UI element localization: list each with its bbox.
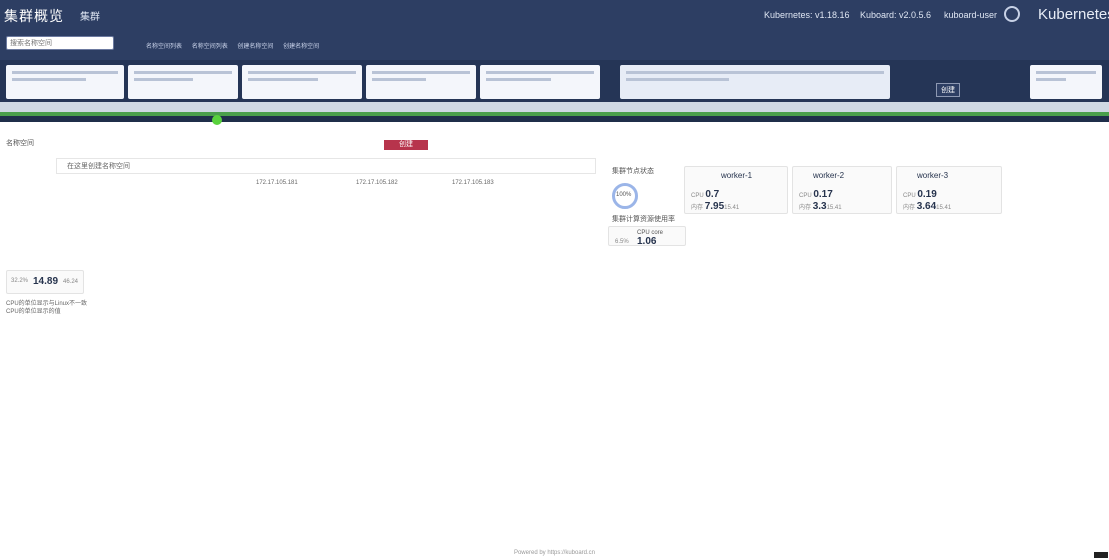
node-ip: 172.17.105.182	[356, 180, 398, 186]
status-dot	[212, 115, 222, 125]
memory-value: 14.89	[33, 276, 59, 287]
user-menu[interactable]: kuboard-user	[944, 10, 997, 20]
progress-bar	[0, 112, 1109, 116]
gear-icon[interactable]	[1004, 6, 1020, 22]
cpu-value: 0.19	[917, 189, 937, 200]
node-ip: 172.17.105.181	[256, 180, 298, 186]
node-name: worker-2	[813, 171, 845, 180]
mem-total: 15.41	[936, 205, 952, 211]
mem-value: 3.64	[916, 201, 937, 212]
page-title: 集群概览	[4, 8, 64, 24]
node-card[interactable]: worker-3 CPU 0.19 内存 3.6415.41	[896, 166, 1002, 214]
breadcrumb: 名称空间列表 名称空间列表 创建名称空间 创建名称空间	[146, 41, 327, 50]
tab[interactable]	[128, 65, 238, 99]
cpu-label: CPU	[903, 193, 916, 199]
memory-card: 32.2% 14.89 46.24	[6, 270, 84, 294]
cpu-value: 0.17	[813, 189, 833, 200]
mem-label: 内存	[903, 205, 916, 211]
kuboard-version: Kuboard: v2.0.5.6	[860, 10, 932, 20]
corner-marker	[1094, 552, 1108, 558]
search-input[interactable]	[6, 36, 114, 50]
mem-label: 内存	[799, 205, 812, 211]
mem-total: 15.41	[826, 205, 842, 211]
cpu-value: 0.7	[705, 189, 720, 200]
tab[interactable]	[6, 65, 124, 99]
primary-button[interactable]: 创建	[384, 140, 428, 150]
mem-value: 3.3	[812, 201, 827, 212]
breadcrumb-item[interactable]: 名称空间列表	[146, 44, 182, 50]
note: CPU的单位显示的值	[6, 309, 61, 315]
nodes-title: 集群节点状态	[612, 168, 654, 175]
cpu-value: 1.06	[637, 236, 657, 247]
hint-text: 在这里创建名称空间	[56, 158, 596, 174]
kubernetes-logo: Kubernetes	[1038, 6, 1109, 23]
node-card[interactable]: worker-2 CPU 0.17 内存 3.315.41	[792, 166, 892, 214]
tab[interactable]	[242, 65, 362, 99]
usage-card: CPU core 6.5% 1.06	[608, 226, 686, 247]
cpu-percent: 6.5%	[615, 239, 629, 245]
breadcrumb-item[interactable]: 名称空间列表	[192, 44, 228, 50]
tab[interactable]	[480, 65, 600, 99]
cpu-label: CPU	[799, 193, 812, 199]
tab[interactable]	[1030, 65, 1102, 99]
node-card[interactable]: worker-1 CPU 0.7 内存 7.9515.41	[684, 166, 788, 214]
memory-total: 46.24	[63, 279, 79, 285]
section-title: 名称空间	[6, 140, 34, 147]
tab[interactable]	[366, 65, 476, 99]
cluster-name[interactable]: 集群	[80, 8, 100, 23]
breadcrumb-item[interactable]: 创建名称空间	[237, 44, 273, 50]
topbar: 集群概览 集群 Kubernetes: v1.18.16 Kuboard: v2…	[0, 0, 1109, 32]
cpu-label: CPU	[691, 193, 704, 199]
footer: Powered by https://kuboard.cn	[513, 550, 596, 556]
mem-label: 内存	[691, 205, 704, 211]
node-name: worker-1	[721, 171, 753, 180]
tab[interactable]	[620, 65, 890, 99]
mem-total: 15.41	[724, 205, 740, 211]
breadcrumb-item[interactable]: 创建名称空间	[283, 44, 319, 50]
node-name: worker-3	[917, 171, 949, 180]
memory-percent: 32.2%	[11, 278, 29, 284]
kubernetes-version: Kubernetes: v1.18.16	[764, 10, 850, 20]
progress-track	[0, 102, 1109, 112]
ready-percent: 100%	[616, 192, 632, 198]
mem-value: 7.95	[704, 201, 725, 212]
create-button[interactable]: 创建	[936, 83, 960, 97]
node-ip: 172.17.105.183	[452, 180, 494, 186]
usage-title: 集群计算资源使用率	[612, 216, 675, 223]
